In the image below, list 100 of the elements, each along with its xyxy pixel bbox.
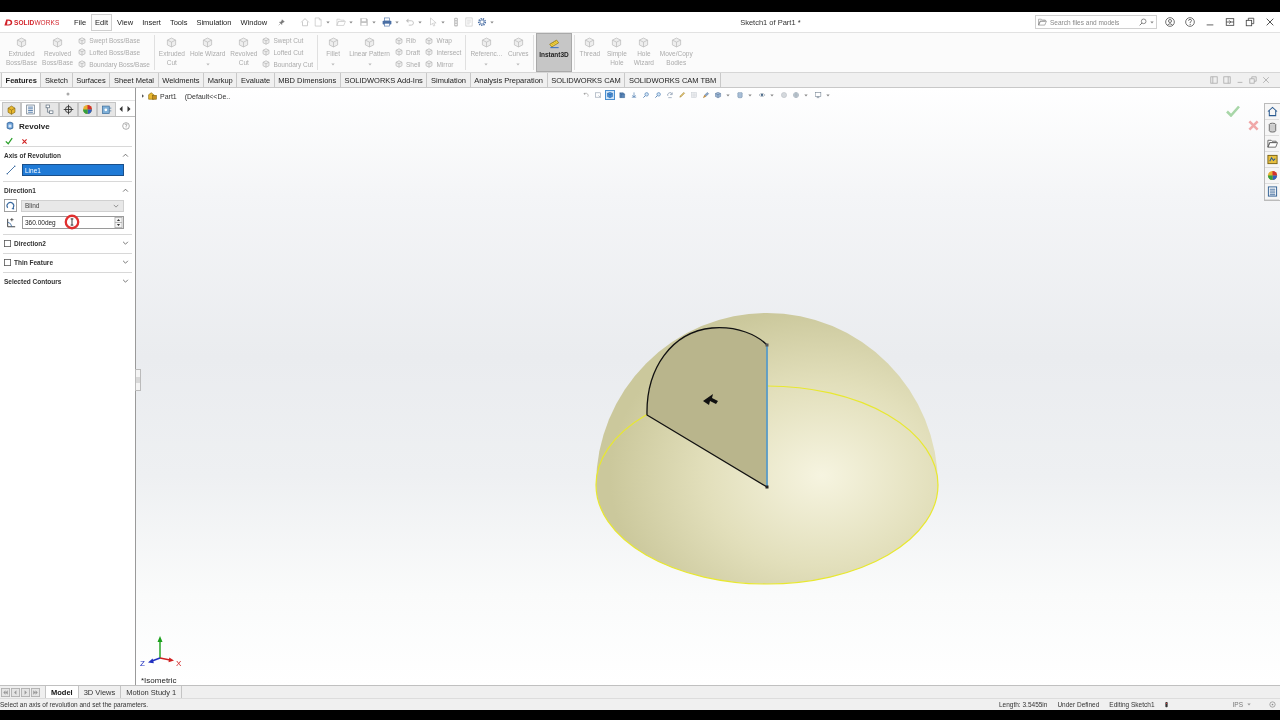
cylinder-icon[interactable]: [735, 90, 745, 100]
splitter-handle[interactable]: [135, 369, 141, 391]
folder-icon: [1038, 18, 1047, 26]
angle-icon: [6, 217, 16, 228]
axis-label: Z: [140, 659, 145, 668]
traffic-light-icon[interactable]: [1164, 701, 1168, 708]
panel-tab[interactable]: [59, 102, 78, 116]
cube-icon: [327, 37, 339, 48]
x-axis-arrow: [159, 657, 174, 663]
close-icon[interactable]: [21, 137, 28, 145]
panel-title: Revolve: [19, 121, 50, 131]
machine-icon: [101, 104, 112, 115]
magnifier-icon[interactable]: [641, 90, 651, 100]
direction-icon[interactable]: [4, 199, 17, 212]
magnifier-icon[interactable]: [653, 90, 663, 100]
cube-icon: [425, 48, 434, 57]
half-cube-icon[interactable]: [617, 90, 627, 100]
printer-icon[interactable]: [382, 17, 393, 27]
help-icon[interactable]: [1185, 17, 1195, 27]
cube-icon: [364, 37, 376, 48]
left-arrow-icon[interactable]: [118, 104, 124, 113]
part-icon: [148, 92, 157, 100]
list-icon[interactable]: [1265, 184, 1279, 200]
grid-icon[interactable]: [689, 90, 699, 100]
cube-icon: [78, 36, 87, 45]
cube-icon: [670, 37, 682, 48]
eye-icon[interactable]: [757, 90, 767, 100]
anchor-icon[interactable]: [629, 90, 639, 100]
home-icon[interactable]: [1265, 104, 1279, 120]
spinner-arrows-icon[interactable]: [114, 217, 123, 228]
part-icon: [6, 104, 17, 115]
caret-icon[interactable]: [141, 94, 145, 98]
cube-icon: [16, 37, 28, 48]
cube-icon: [395, 48, 403, 57]
tree-icon: [44, 104, 55, 115]
line-icon: [6, 165, 16, 175]
appearance-ball-icon[interactable]: [1265, 168, 1279, 184]
cube-icon: [78, 60, 87, 69]
cube-icon: [262, 60, 271, 69]
cube-icon: [52, 37, 64, 48]
click-indicator-icon: [64, 214, 80, 230]
sketch-profile[interactable]: [646, 327, 768, 488]
close-icon[interactable]: [1265, 17, 1275, 27]
restore-icon[interactable]: [1245, 17, 1255, 27]
frame-icon[interactable]: [593, 90, 603, 100]
sphere-icon[interactable]: [779, 90, 789, 100]
ruler-icon: [548, 38, 560, 49]
cube-icon: [425, 36, 434, 45]
cube-icon: [395, 36, 403, 45]
pin-icon[interactable]: [278, 18, 286, 26]
settings-icon[interactable]: [477, 17, 488, 27]
list-icon: [25, 104, 36, 115]
globe-icon[interactable]: [791, 90, 801, 100]
cube-icon[interactable]: [605, 90, 615, 100]
cube-icon: [512, 37, 524, 48]
y-axis-arrow: [157, 636, 163, 659]
cursor-icon: [703, 394, 718, 405]
double-left-arrow-icon[interactable]: [1, 687, 10, 697]
logo-icon: [4, 18, 13, 26]
cube-icon: [638, 37, 650, 48]
cube-icon: [202, 37, 214, 48]
pencil-icon[interactable]: [677, 90, 687, 100]
cube-icon: [395, 60, 403, 69]
tile-icon[interactable]: [1225, 17, 1235, 27]
double-right-arrow-icon[interactable]: [31, 687, 40, 697]
cube-icon: [584, 37, 596, 48]
crosshair-icon: [63, 104, 74, 115]
view-name: *Isometric: [141, 676, 177, 685]
user-icon[interactable]: [1165, 17, 1175, 27]
cube-icon: [262, 36, 271, 45]
pie-chart-icon: [82, 104, 93, 115]
monitor-icon[interactable]: [813, 90, 823, 100]
cube-icon: [78, 48, 87, 57]
tile-right-icon[interactable]: [1223, 76, 1231, 84]
cube-icon: [166, 37, 178, 48]
cylinder-icon[interactable]: [1265, 120, 1279, 136]
brush-icon[interactable]: [701, 90, 711, 100]
checkbox[interactable]: [4, 239, 11, 247]
search-icon[interactable]: [1139, 18, 1147, 26]
cube-icon: [480, 37, 492, 48]
rotate-icon[interactable]: [665, 90, 675, 100]
tile-left-icon[interactable]: [1210, 76, 1218, 84]
checkbox[interactable]: [4, 258, 11, 266]
endpoint-icon[interactable]: [765, 485, 769, 489]
cube-icon: [238, 37, 250, 48]
endpoint-icon[interactable]: [765, 343, 769, 347]
revolve-icon: [5, 121, 15, 131]
right-arrow-icon[interactable]: [126, 104, 132, 113]
curved-arrow-icon[interactable]: [581, 90, 591, 100]
axis-label: X: [176, 659, 182, 668]
check-icon[interactable]: [1226, 105, 1240, 117]
shaded-cube-icon[interactable]: [713, 90, 723, 100]
check-icon[interactable]: [5, 137, 13, 145]
panel-tab[interactable]: [78, 102, 97, 116]
cube-icon: [262, 48, 271, 57]
view-palette-icon[interactable]: [1265, 152, 1279, 168]
z-axis-arrow: [148, 657, 161, 664]
ring-icon[interactable]: [1269, 701, 1276, 708]
caret-icon: [113, 203, 119, 208]
cube-icon: [611, 37, 623, 48]
